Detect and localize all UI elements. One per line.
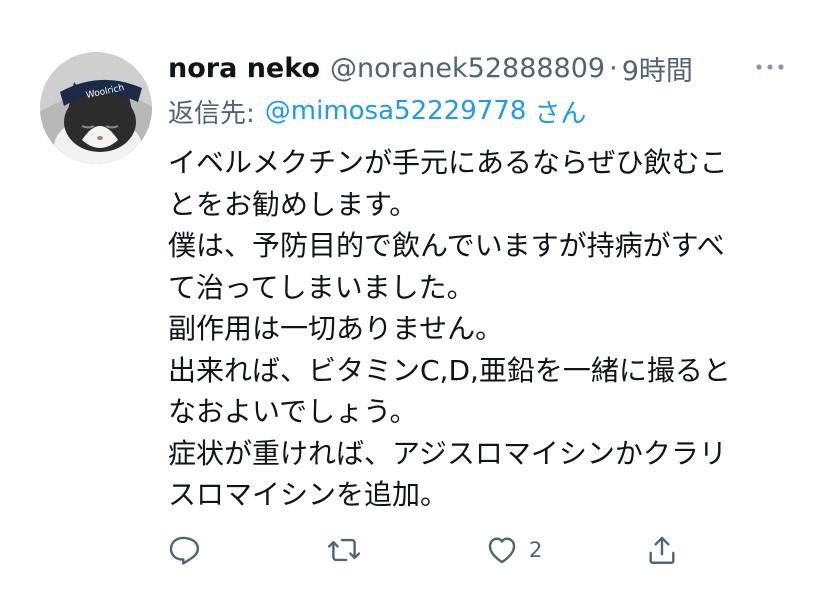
more-button[interactable] bbox=[752, 52, 788, 82]
reply-context: 返信先: @mimosa52229778 さん bbox=[168, 93, 586, 129]
tweet-text-line: イベルメクチンが手元にあるならぜひ飲むこ bbox=[168, 146, 728, 179]
user-handle[interactable]: @noranek52888809 bbox=[330, 53, 605, 84]
avatar[interactable]: Woolrich bbox=[40, 52, 152, 164]
separator-dot: · bbox=[609, 52, 618, 84]
reply-button[interactable] bbox=[166, 528, 200, 572]
reply-suffix: さん bbox=[534, 98, 587, 129]
share-icon bbox=[649, 536, 675, 564]
reply-to-user-link[interactable]: @mimosa52229778 bbox=[265, 96, 527, 126]
retweet-button[interactable] bbox=[326, 528, 362, 572]
tweet-text-line: なおよいでしょう。 bbox=[168, 395, 418, 428]
share-button[interactable] bbox=[645, 528, 679, 572]
timestamp[interactable]: 9時間 bbox=[622, 49, 693, 88]
tweet-text: イベルメクチンが手元にあるならぜひ飲むこ とをお勧めします。 僕は、予防目的で飲… bbox=[168, 142, 788, 516]
tweet-text-line: 僕は、予防目的で飲んでいますが持病がすべ bbox=[168, 229, 725, 262]
tweet-text-line: 出来れば、ビタミンC,D,亜鉛を一緒に撮ると bbox=[168, 353, 731, 387]
tweet-text-line: とをお勧めします。 bbox=[168, 187, 418, 221]
cat-avatar-image: Woolrich bbox=[40, 52, 152, 164]
tweet-text-line: 症状が重ければ、アジスロマイシンかクラリ bbox=[168, 436, 727, 470]
reply-icon bbox=[169, 536, 200, 565]
display-name[interactable]: nora neko bbox=[168, 53, 320, 84]
tweet-text-line: スロマイシンを追加。 bbox=[168, 478, 449, 511]
retweet-icon bbox=[327, 538, 361, 562]
like-count: 2 bbox=[529, 538, 543, 562]
action-bar: 2 bbox=[0, 528, 828, 572]
tweet-header: nora neko @noranek52888809 · 9時間 bbox=[168, 48, 808, 88]
heart-icon bbox=[488, 537, 516, 564]
tweet-text-line: 副作用は一切ありません。 bbox=[168, 312, 504, 345]
tweet-text-line: て治ってしまいました。 bbox=[168, 270, 475, 304]
reply-label: 返信先: bbox=[168, 98, 255, 129]
like-button[interactable]: 2 bbox=[485, 528, 542, 572]
more-horizontal-icon bbox=[756, 64, 784, 70]
